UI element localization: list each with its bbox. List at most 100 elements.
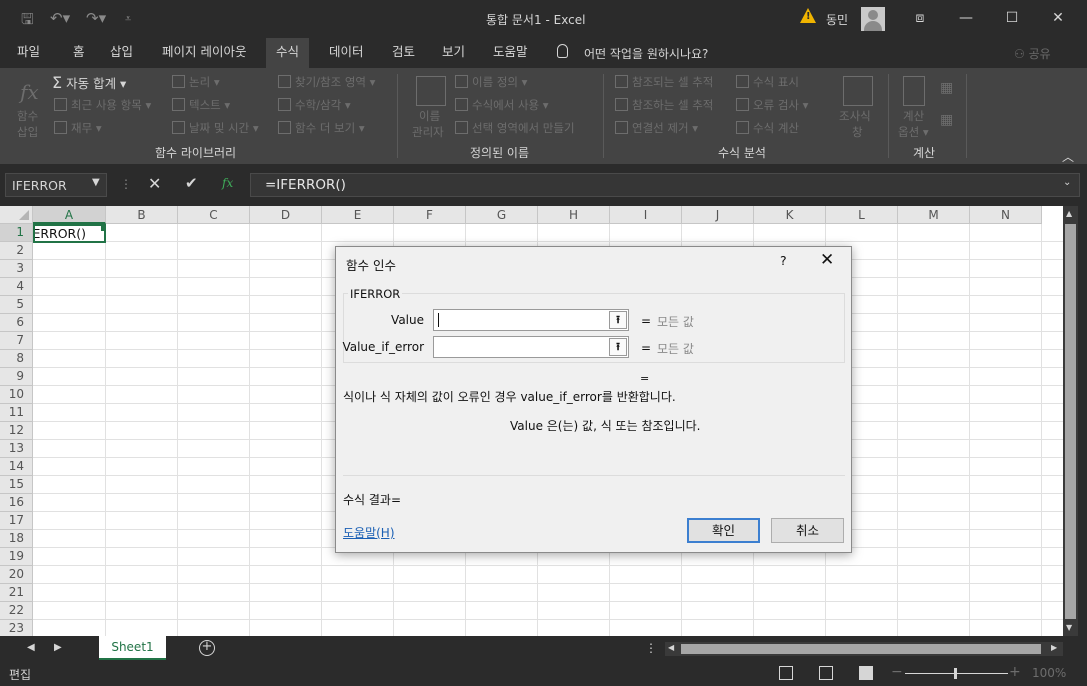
row-header-5[interactable]: 5 (0, 296, 33, 314)
column-header-j[interactable]: J (682, 206, 754, 224)
row-header-2[interactable]: 2 (0, 242, 33, 260)
tab-file[interactable]: 파일 (7, 38, 50, 68)
ribbon-display-icon[interactable]: ⧈ (905, 6, 935, 30)
row-header-18[interactable]: 18 (0, 530, 33, 548)
row-header-19[interactable]: 19 (0, 548, 33, 566)
column-header-n[interactable]: N (970, 206, 1042, 224)
dialog-close-button[interactable]: ✕ (820, 250, 834, 270)
row-header-12[interactable]: 12 (0, 422, 33, 440)
zoom-level[interactable]: 100% (1032, 666, 1066, 680)
page-layout-view-icon[interactable] (819, 666, 833, 680)
row-header-23[interactable]: 23 (0, 620, 33, 636)
tab-page-layout[interactable]: 페이지 레이아웃 (152, 38, 256, 68)
column-header-l[interactable]: L (826, 206, 898, 224)
row-header-1[interactable]: 1 (0, 224, 33, 242)
row-header-15[interactable]: 15 (0, 476, 33, 494)
column-header-i[interactable]: I (610, 206, 682, 224)
vertical-scrollbar[interactable]: ▲ ▼ (1063, 206, 1078, 636)
row-header-20[interactable]: 20 (0, 566, 33, 584)
row-header-17[interactable]: 17 (0, 512, 33, 530)
insert-function-fx-icon[interactable]: fx (222, 176, 233, 190)
active-cell-a1[interactable]: =IFERROR() (33, 224, 106, 243)
insert-function-icon[interactable]: fx (20, 80, 39, 104)
column-header-b[interactable]: B (106, 206, 178, 224)
zoom-slider-thumb[interactable] (954, 668, 957, 679)
row-header-3[interactable]: 3 (0, 260, 33, 278)
dialog-help-button[interactable]: ? (780, 253, 787, 268)
tab-insert[interactable]: 삽입 (100, 38, 143, 68)
collapse-dialog-icon[interactable]: ⭱ (609, 338, 627, 356)
column-header-g[interactable]: G (466, 206, 538, 224)
next-sheet-icon[interactable]: ▶ (54, 642, 62, 653)
insert-function-label-1[interactable]: 함수 (17, 108, 38, 124)
close-button[interactable]: ✕ (1043, 6, 1073, 30)
tab-data[interactable]: 데이터 (319, 38, 374, 68)
ok-button[interactable]: 확인 (687, 518, 760, 543)
scroll-up-icon[interactable]: ▲ (1066, 209, 1072, 218)
select-all-button[interactable] (0, 206, 33, 224)
scroll-thumb[interactable] (1065, 224, 1076, 619)
row-header-11[interactable]: 11 (0, 404, 33, 422)
arg-input-value[interactable]: ⭱ (433, 309, 629, 331)
tab-review[interactable]: 검토 (382, 38, 425, 68)
row-header-13[interactable]: 13 (0, 440, 33, 458)
column-header-m[interactable]: M (898, 206, 970, 224)
tell-me-search[interactable]: 어떤 작업을 원하시나요? (584, 45, 708, 62)
row-header-6[interactable]: 6 (0, 314, 33, 332)
collapse-ribbon-icon[interactable]: ︿ (1062, 148, 1074, 165)
column-header-c[interactable]: C (178, 206, 250, 224)
normal-view-icon[interactable] (779, 666, 793, 680)
tab-view[interactable]: 보기 (432, 38, 475, 68)
customize-icon[interactable]: ⩡ (125, 12, 131, 26)
autosum-button[interactable]: Σ 자동 합계 ▾ (52, 73, 126, 92)
tab-formulas[interactable]: 수식 (266, 38, 310, 68)
horizontal-scrollbar[interactable]: ◀ ▶ (665, 642, 1063, 656)
tab-help[interactable]: 도움말 (483, 38, 538, 68)
share-button[interactable]: ⚇ 공유 (1014, 45, 1051, 62)
scroll-thumb[interactable] (681, 644, 1041, 654)
row-header-21[interactable]: 21 (0, 584, 33, 602)
chevron-down-icon[interactable]: ▼ (92, 177, 100, 188)
maximize-button[interactable]: ☐ (997, 6, 1027, 30)
redo-icon[interactable]: ↷▾ (86, 9, 106, 27)
row-header-8[interactable]: 8 (0, 350, 33, 368)
column-header-a[interactable]: A (33, 206, 106, 224)
minimize-button[interactable]: — (951, 6, 981, 30)
cancel-button[interactable]: 취소 (771, 518, 844, 543)
row-header-10[interactable]: 10 (0, 386, 33, 404)
zoom-out-icon[interactable]: − (891, 664, 903, 680)
row-header-9[interactable]: 9 (0, 368, 33, 386)
cancel-icon[interactable]: ✕ (148, 174, 161, 193)
expand-formula-bar-icon[interactable]: ⌄ (1063, 177, 1071, 188)
row-header-16[interactable]: 16 (0, 494, 33, 512)
zoom-in-icon[interactable]: + (1009, 664, 1021, 680)
avatar[interactable] (861, 7, 885, 31)
scroll-right-icon[interactable]: ▶ (1051, 643, 1057, 652)
arg-input-value-if-error[interactable]: ⭱ (433, 336, 629, 358)
help-link[interactable]: 도움말(H) (343, 524, 395, 541)
page-break-view-icon[interactable] (859, 666, 873, 680)
enter-icon[interactable]: ✔ (185, 174, 198, 192)
scroll-down-icon[interactable]: ▼ (1066, 623, 1072, 632)
column-header-k[interactable]: K (754, 206, 826, 224)
vertical-dots-icon[interactable]: ⋮ (645, 641, 657, 655)
column-header-d[interactable]: D (250, 206, 322, 224)
lightbulb-icon[interactable] (557, 44, 568, 58)
row-header-7[interactable]: 7 (0, 332, 33, 350)
collapse-dialog-icon[interactable]: ⭱ (609, 311, 627, 329)
row-header-22[interactable]: 22 (0, 602, 33, 620)
scroll-left-icon[interactable]: ◀ (668, 643, 674, 652)
column-header-h[interactable]: H (538, 206, 610, 224)
column-header-f[interactable]: F (394, 206, 466, 224)
vertical-dots-icon[interactable]: ⋮ (120, 177, 132, 191)
save-icon[interactable]: 🖫 (21, 9, 34, 34)
row-header-4[interactable]: 4 (0, 278, 33, 296)
column-header-e[interactable]: E (322, 206, 394, 224)
sheet-tab[interactable]: Sheet1 (99, 636, 166, 660)
fill-handle[interactable] (101, 226, 104, 231)
row-header-14[interactable]: 14 (0, 458, 33, 476)
insert-function-label-2[interactable]: 삽입 (17, 124, 38, 140)
prev-sheet-icon[interactable]: ◀ (27, 642, 35, 653)
user-name[interactable]: 동민 (826, 11, 848, 28)
undo-icon[interactable]: ↶▾ (50, 9, 70, 27)
